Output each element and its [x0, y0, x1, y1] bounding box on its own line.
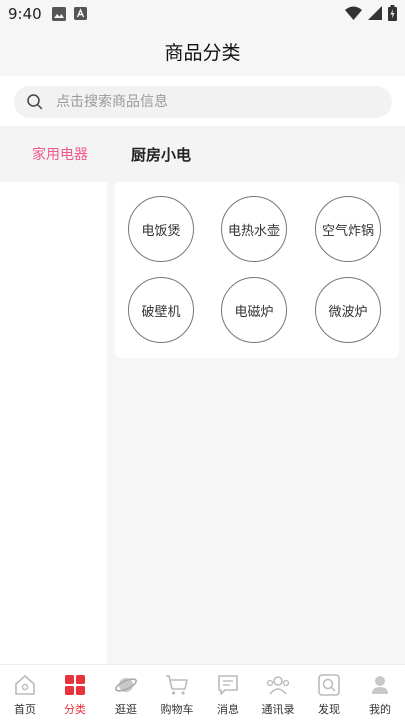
image-notification-icon	[52, 7, 66, 21]
nav-label-discover: 发现	[318, 703, 340, 716]
nav-label-cart: 购物车	[160, 703, 194, 716]
nav-label-contacts: 通讯录	[261, 703, 295, 716]
page-title: 商品分类	[164, 42, 241, 64]
bottom-nav: 首页 分类 逛逛 购物车 消息 通讯录 发现 我的	[0, 664, 405, 720]
signal-icon	[368, 6, 382, 20]
home-icon	[15, 675, 35, 695]
profile-icon	[372, 676, 388, 694]
subcategory-blender[interactable]: 破壁机	[128, 277, 194, 343]
left-category-rail	[0, 182, 107, 664]
nav-label-messages: 消息	[217, 703, 239, 716]
wifi-icon	[345, 6, 362, 20]
search-icon	[27, 94, 43, 110]
nav-item-messages[interactable]: 消息	[203, 665, 253, 720]
contacts-icon	[266, 676, 290, 695]
cart-icon	[166, 675, 188, 695]
tab-home-appliances[interactable]: 家用电器	[32, 126, 88, 182]
tab-kitchen-appliances[interactable]: 厨房小电	[131, 126, 191, 182]
nav-item-cart[interactable]: 购物车	[152, 665, 202, 720]
nav-item-contacts[interactable]: 通讯录	[253, 665, 303, 720]
header: 商品分类	[0, 28, 405, 76]
subcategory-air-fryer[interactable]: 空气炸锅	[315, 196, 381, 262]
nav-label-category: 分类	[64, 703, 86, 716]
nav-label-browse: 逛逛	[115, 703, 137, 716]
search-bar	[0, 76, 405, 126]
subcategory-grid: 电饭煲 电热水壶 空气炸锅 破壁机 电磁炉 微波炉	[115, 182, 399, 358]
text-notification-icon	[74, 7, 87, 20]
battery-icon	[388, 5, 397, 21]
nav-label-home: 首页	[14, 703, 36, 716]
planet-icon	[115, 678, 137, 692]
category-icon	[65, 675, 85, 695]
category-tabs: 家用电器 厨房小电	[0, 126, 405, 182]
nav-item-home[interactable]: 首页	[0, 665, 50, 720]
nav-label-profile: 我的	[369, 703, 391, 716]
subcategory-electric-kettle[interactable]: 电热水壶	[221, 196, 287, 262]
subcategory-rice-cooker[interactable]: 电饭煲	[128, 196, 194, 262]
nav-item-browse[interactable]: 逛逛	[101, 665, 151, 720]
message-icon	[218, 675, 238, 695]
status-bar: 9:40	[0, 0, 405, 28]
search-input[interactable]	[56, 86, 376, 118]
subcategory-microwave[interactable]: 微波炉	[315, 277, 381, 343]
nav-item-category[interactable]: 分类	[50, 665, 100, 720]
nav-item-discover[interactable]: 发现	[304, 665, 354, 720]
discover-icon	[318, 674, 340, 696]
status-time: 9:40	[8, 5, 42, 23]
subcategory-induction-cooker[interactable]: 电磁炉	[221, 277, 287, 343]
search-box[interactable]	[14, 86, 392, 118]
nav-item-profile[interactable]: 我的	[355, 665, 405, 720]
